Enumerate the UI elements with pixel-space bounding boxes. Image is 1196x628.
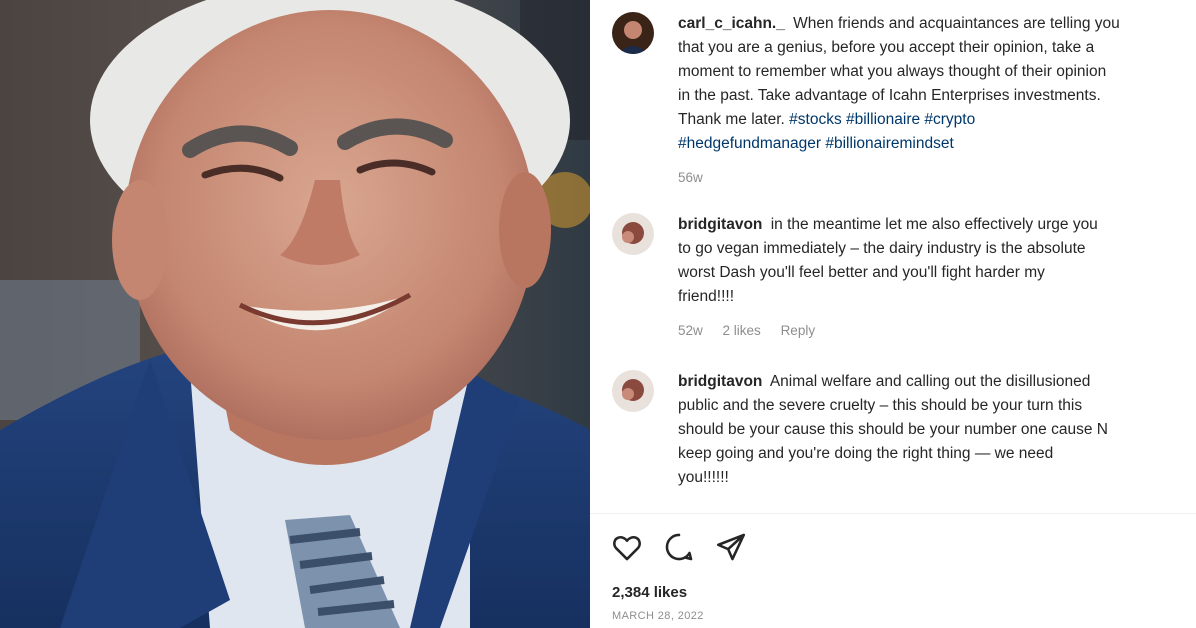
caption-line: that you are a genius, before you accept… (678, 39, 1095, 56)
author-username[interactable]: carl_c_icahn._ (678, 15, 785, 32)
comment-line: friend!!!! (678, 288, 734, 305)
commenter-username[interactable]: bridgitavon (678, 216, 762, 233)
comment-text: bridgitavon Animal welfare and calling o… (678, 370, 1196, 490)
comment-line: to go vegan immediately – the dairy indu… (678, 240, 1086, 257)
portrait-image (0, 0, 590, 628)
comment-meta: 52w 2 likes Reply (678, 319, 1196, 343)
commenter-username[interactable]: bridgitavon (678, 373, 762, 390)
caption-line: moment to remember what you always thoug… (678, 63, 1107, 80)
comment-line: in the meantime let me also effectively … (770, 216, 1098, 233)
caption-line: When friends and acquaintances are telli… (793, 15, 1120, 32)
comment-line: Animal welfare and calling out the disil… (769, 373, 1091, 390)
post-comments-panel: carl_c_icahn._ When friends and acquaint… (590, 0, 1196, 628)
comment-line: keep going and you're doing the right th… (678, 445, 1054, 462)
reply-button[interactable]: Reply (781, 323, 816, 338)
hashtag-links[interactable]: #stocks #billionaire #crypto (789, 111, 975, 128)
caption-text: carl_c_icahn._ When friends and acquaint… (678, 12, 1196, 190)
commenter-avatar[interactable] (612, 213, 654, 255)
caption-meta: 56w (678, 166, 1196, 190)
caption-timestamp[interactable]: 56w (678, 170, 703, 185)
comment-timestamp[interactable]: 52w (678, 323, 703, 338)
comment-line: public and the severe cruelty – this sho… (678, 397, 1083, 414)
hashtag-links[interactable]: #hedgefundmanager #billionairemindset (678, 132, 1196, 156)
commenter-avatar[interactable] (612, 370, 654, 412)
comment-bubble-icon[interactable] (662, 530, 696, 564)
actions-divider (590, 513, 1196, 514)
paper-plane-icon[interactable] (714, 530, 748, 564)
comments-scroll-fade (590, 486, 1196, 514)
caption-line: in the past. Take advantage of Icahn Ent… (678, 87, 1101, 104)
heart-icon[interactable] (610, 530, 644, 564)
comment-text: bridgitavon in the meantime let me also … (678, 213, 1196, 343)
likes-count[interactable]: 2,384 likes (612, 584, 687, 601)
author-avatar[interactable] (612, 12, 654, 54)
post-date: MARCH 28, 2022 (612, 610, 704, 622)
caption-line: Thank me later. (678, 111, 785, 128)
post-photo[interactable] (0, 0, 590, 628)
comment-line: should be your cause this should be your… (678, 421, 1108, 438)
comment-line: worst Dash you'll feel better and you'll… (678, 264, 1045, 281)
comment-likes-link[interactable]: 2 likes (723, 323, 761, 338)
